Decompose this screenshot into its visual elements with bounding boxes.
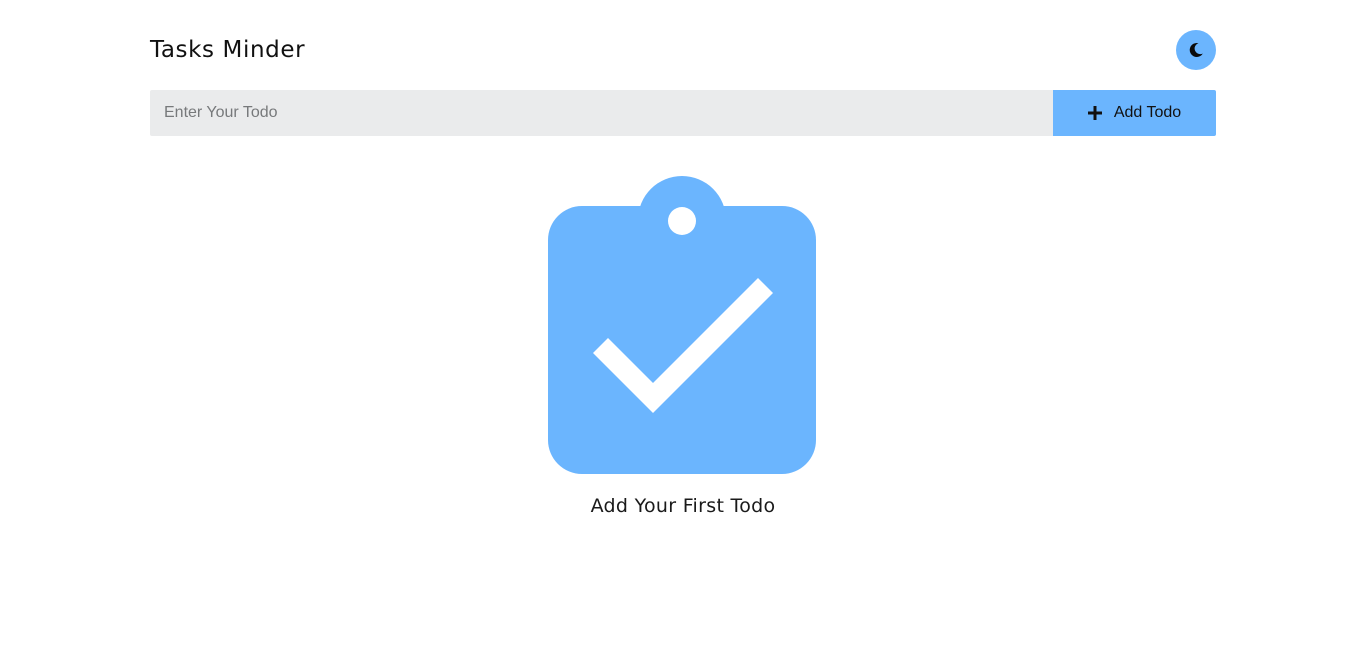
empty-state: Add Your First Todo: [150, 175, 1216, 517]
empty-state-message: Add Your First Todo: [590, 495, 776, 517]
theme-toggle-button[interactable]: [1176, 30, 1216, 70]
header: Tasks Minder: [150, 30, 1216, 70]
app-container: Tasks Minder Add Todo Add Your: [150, 0, 1216, 651]
app-title: Tasks Minder: [150, 37, 306, 63]
clipboard-check-icon: [548, 176, 816, 474]
moon-icon: [1189, 42, 1203, 57]
add-todo-button[interactable]: Add Todo: [1053, 90, 1216, 136]
todo-input[interactable]: [150, 90, 1053, 136]
plus-icon: [1087, 106, 1102, 120]
todo-form: Add Todo: [150, 90, 1216, 136]
add-todo-label: Add Todo: [1113, 104, 1182, 121]
